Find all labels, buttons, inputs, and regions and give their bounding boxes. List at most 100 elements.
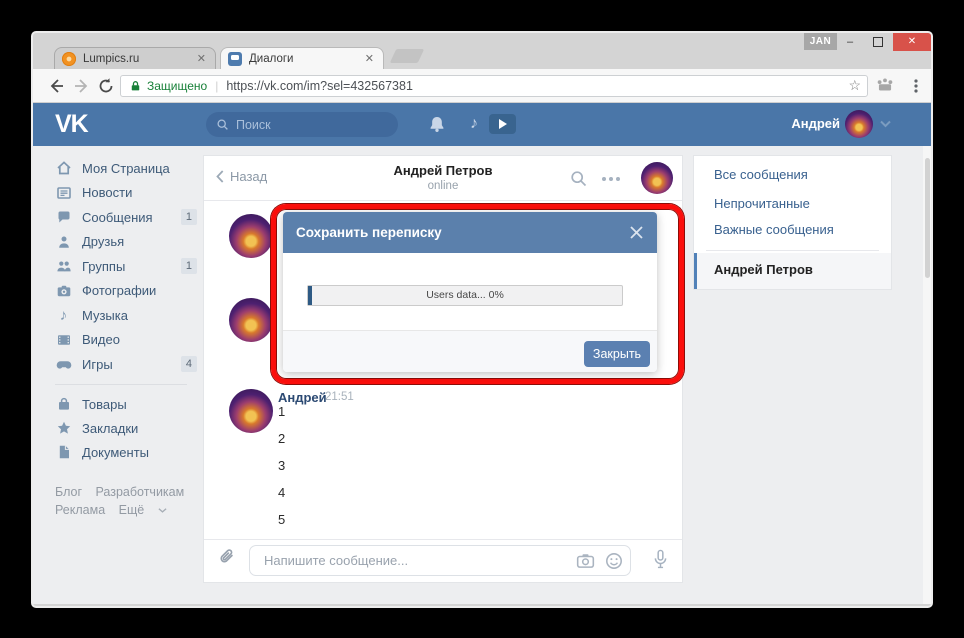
address-bar[interactable]: Защищено | https://vk.com/im?sel=4325673… <box>120 75 868 97</box>
message-input-row: Напишите сообщение... <box>204 539 682 582</box>
chat-header: Назад Андрей Петров online <box>204 156 682 201</box>
close-window-button[interactable]: ✕ <box>893 33 931 51</box>
filter-all-messages[interactable]: Все сообщения <box>714 167 808 182</box>
chat-search-icon[interactable] <box>570 170 587 187</box>
camera-icon[interactable] <box>576 552 595 570</box>
badge-count: 4 <box>181 356 197 372</box>
modal-close-icon[interactable] <box>629 225 644 240</box>
vk-logo[interactable]: VK <box>55 110 88 139</box>
sidebar-item-friends[interactable]: Друзья <box>55 232 197 252</box>
maximize-icon <box>873 37 883 47</box>
lock-icon <box>129 79 142 93</box>
sidebar-item-documents[interactable]: Документы <box>55 442 197 462</box>
filter-important[interactable]: Важные сообщения <box>714 222 834 237</box>
modal-close-button[interactable]: Закрыть <box>584 341 650 367</box>
sidebar-item-photos[interactable]: Фотографии <box>55 281 197 301</box>
message-avatar[interactable] <box>229 298 273 342</box>
sidebar-item-games[interactable]: Игры 4 <box>55 354 197 374</box>
message-placeholder: Напишите сообщение... <box>264 546 408 575</box>
url-text: https://vk.com/im?sel=432567381 <box>226 79 413 93</box>
smiley-icon[interactable] <box>605 552 623 570</box>
reload-icon[interactable] <box>97 77 115 95</box>
chevron-down-icon <box>158 507 167 514</box>
news-icon <box>55 184 72 201</box>
header-avatar[interactable] <box>845 110 873 138</box>
message-input[interactable]: Напишите сообщение... <box>249 545 631 576</box>
microphone-icon[interactable] <box>652 549 669 571</box>
paperclip-icon[interactable] <box>217 548 236 567</box>
bookmarks-icon <box>55 420 72 437</box>
market-icon <box>55 396 72 413</box>
chat-actions-menu-icon[interactable] <box>602 177 620 181</box>
footer-link-blog[interactable]: Блог <box>55 485 82 499</box>
tab-close-icon[interactable]: ✕ <box>363 52 376 65</box>
browser-menu-icon[interactable] <box>907 77 925 95</box>
sidebar-item-my-page[interactable]: Моя Страница <box>55 158 197 178</box>
forward-icon[interactable] <box>73 77 91 95</box>
friends-icon <box>55 233 72 250</box>
tab-title: Диалоги <box>249 53 363 65</box>
tab-dialogs-active[interactable]: Диалоги ✕ <box>220 47 384 69</box>
sidebar-footer-row1: Блог Разработчикам <box>55 485 194 499</box>
header-user-name[interactable]: Андрей <box>791 116 840 131</box>
maximize-button[interactable] <box>865 33 891 51</box>
modal-footer: Закрыть <box>283 330 657 372</box>
new-tab-button[interactable] <box>390 49 425 63</box>
modal-body: Users data... 0% <box>283 253 657 330</box>
home-icon <box>55 160 72 177</box>
sidebar-item-music[interactable]: ♪ Музыка <box>55 305 197 325</box>
message-text: 1 <box>278 404 285 419</box>
message-text: 4 <box>278 485 285 500</box>
browser-window: JAN – ✕ Lumpics.ru ✕ Диалоги ✕ Защищено … <box>33 33 931 606</box>
sidebar-item-video[interactable]: Видео <box>55 330 197 350</box>
games-icon <box>55 356 72 373</box>
active-dialog-item[interactable]: Андрей Петров <box>694 253 891 289</box>
bookmark-star-icon[interactable]: ☆ <box>848 77 861 94</box>
progress-label: Users data... 0% <box>308 286 622 305</box>
photos-icon <box>55 282 72 299</box>
peer-status: online <box>204 180 682 192</box>
extension-icon[interactable] <box>876 77 894 95</box>
address-divider: | <box>215 79 218 93</box>
minimize-button[interactable]: – <box>837 33 863 51</box>
modal-title: Сохранить переписку <box>296 212 442 253</box>
peer-avatar[interactable] <box>641 162 673 194</box>
peer-name[interactable]: Андрей Петров <box>204 163 682 178</box>
sidebar-item-news[interactable]: Новости <box>55 183 197 203</box>
messages-icon <box>55 209 72 226</box>
music-note-icon: ♪ <box>55 307 72 324</box>
music-icon[interactable]: ♪ <box>470 116 478 131</box>
sidebar-item-messages[interactable]: Сообщения 1 <box>55 207 197 227</box>
tab-title: Lumpics.ru <box>83 53 195 65</box>
scrollbar-thumb[interactable] <box>925 158 930 278</box>
play-icon <box>498 119 508 129</box>
groups-icon <box>55 258 72 275</box>
video-icon <box>55 331 72 348</box>
search-placeholder: Поиск <box>236 118 271 132</box>
message-author[interactable]: Андрей <box>278 390 327 405</box>
security-label: Защищено <box>147 79 207 93</box>
footer-link-developers[interactable]: Разработчикам <box>96 485 185 499</box>
lumpics-favicon <box>62 52 76 66</box>
sidebar-item-groups[interactable]: Группы 1 <box>55 256 197 276</box>
vk-search-input[interactable]: Поиск <box>206 112 398 137</box>
progress-bar: Users data... 0% <box>307 285 623 306</box>
footer-link-more[interactable]: Ещё <box>119 503 145 517</box>
message-avatar[interactable] <box>229 214 273 258</box>
tab-lumpics[interactable]: Lumpics.ru ✕ <box>54 47 216 69</box>
tab-close-icon[interactable]: ✕ <box>195 52 208 65</box>
footer-link-ads[interactable]: Реклама <box>55 503 105 517</box>
message-avatar[interactable] <box>229 389 273 433</box>
sidebar-divider <box>55 384 187 385</box>
sidebar-item-bookmarks[interactable]: Закладки <box>55 418 197 438</box>
sidebar-item-market[interactable]: Товары <box>55 394 197 414</box>
chevron-down-icon[interactable] <box>880 120 891 128</box>
panel-divider <box>706 250 879 251</box>
vk-header: VK Поиск ♪ Андрей <box>33 103 931 146</box>
back-icon[interactable] <box>47 77 65 95</box>
message-text: 3 <box>278 458 285 473</box>
bell-icon[interactable] <box>428 115 446 133</box>
filter-unread[interactable]: Непрочитанные <box>714 196 810 211</box>
video-button[interactable] <box>489 114 516 134</box>
documents-icon <box>55 444 72 461</box>
